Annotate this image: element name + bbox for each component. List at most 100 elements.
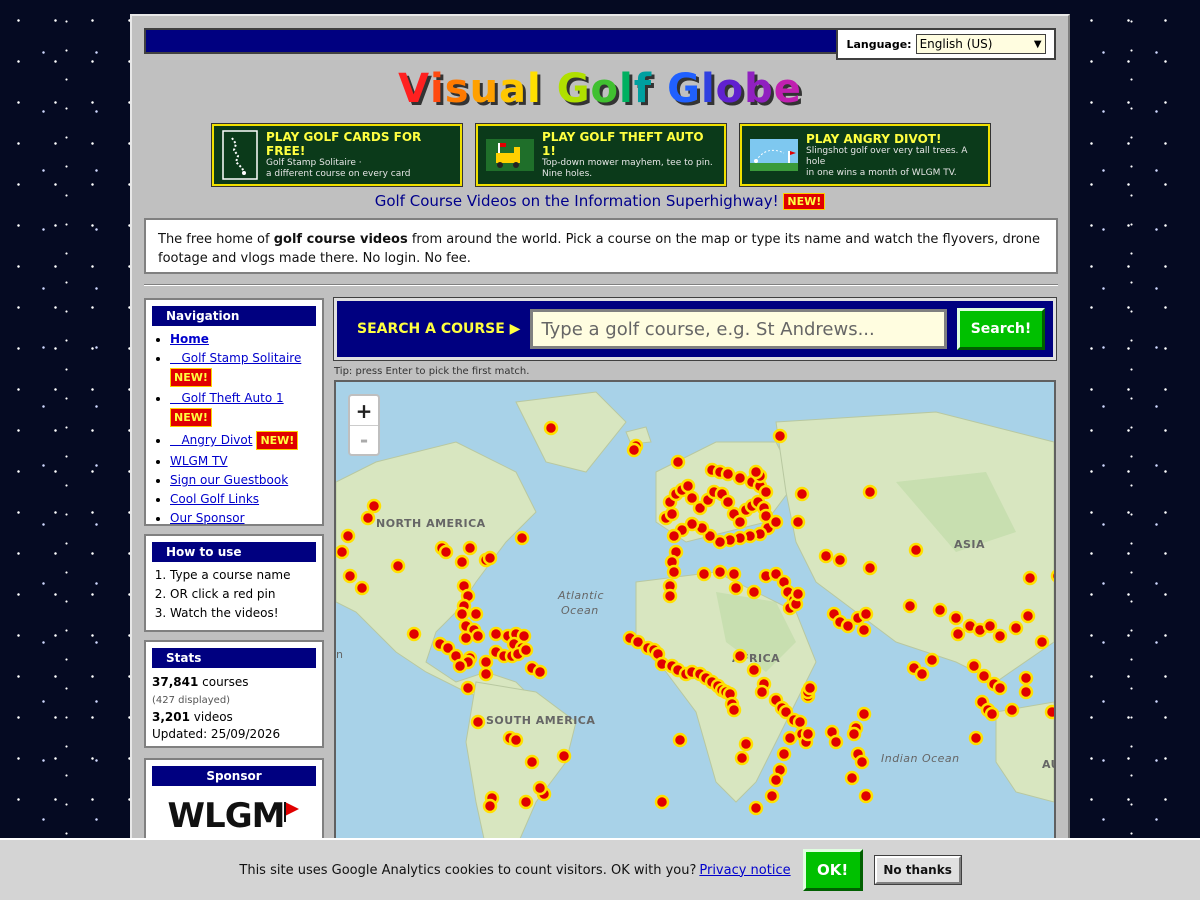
course-pin[interactable] [342,568,358,584]
course-pin[interactable] [532,664,548,680]
course-pin[interactable] [1008,620,1024,636]
course-pin[interactable] [754,684,770,700]
course-pin[interactable] [748,800,764,816]
course-pin[interactable] [1034,634,1050,650]
course-pin[interactable] [732,514,748,530]
course-pin[interactable] [858,788,874,804]
course-pin[interactable] [482,798,498,814]
course-pin[interactable] [818,548,834,564]
course-pin[interactable] [452,658,468,674]
course-pin[interactable] [488,626,504,642]
course-pin[interactable] [992,680,1008,696]
course-pin[interactable] [966,658,982,674]
course-pin[interactable] [734,750,750,766]
course-pin[interactable] [858,606,874,622]
course-pin[interactable] [932,602,948,618]
course-pin[interactable] [844,770,860,786]
promo-golf-theft-auto[interactable]: PLAY GOLF THEFT AUTO 1! Top-down mower m… [475,123,727,187]
course-pin[interactable] [680,478,696,494]
course-pin[interactable] [982,618,998,634]
course-pin[interactable] [508,732,524,748]
course-pin[interactable] [354,580,370,596]
language-select[interactable]: English (US) ▼ [915,34,1046,54]
course-pin[interactable] [862,484,878,500]
course-pin[interactable] [768,514,784,530]
course-pin[interactable] [406,626,422,642]
course-pin[interactable] [772,428,788,444]
course-pin[interactable] [664,506,680,522]
course-pin[interactable] [794,486,810,502]
zoom-in-button[interactable]: + [350,396,378,425]
course-pin[interactable] [726,702,742,718]
course-pin[interactable] [532,780,548,796]
course-pin[interactable] [1004,702,1020,718]
course-pin[interactable] [728,580,744,596]
course-pin[interactable] [470,714,486,730]
course-pin[interactable] [666,528,682,544]
course-pin[interactable] [732,648,748,664]
course-pin[interactable] [732,470,748,486]
course-pin[interactable] [746,584,762,600]
course-pin[interactable] [764,788,780,804]
course-pin[interactable] [514,530,530,546]
course-pin[interactable] [914,666,930,682]
course-pin[interactable] [792,714,808,730]
course-pin[interactable] [712,564,728,580]
course-pin[interactable] [662,588,678,604]
course-pin[interactable] [478,666,494,682]
course-pin[interactable] [1018,670,1034,686]
course-pin[interactable] [1044,704,1054,720]
course-pin[interactable] [390,558,406,574]
course-pin[interactable] [518,794,534,810]
course-pin[interactable] [782,730,798,746]
course-pin[interactable] [1050,569,1054,583]
world-map[interactable]: NORTH AMERICA SOUTH AMERICA ASIA AFRICA Atla… [334,380,1056,850]
search-button[interactable]: Search! [956,308,1045,350]
course-pin[interactable] [336,544,350,560]
nav-link[interactable]: Sign our Guestbook [170,473,288,487]
course-pin[interactable] [908,542,924,558]
course-pin[interactable] [696,566,712,582]
course-pin[interactable] [828,734,844,750]
course-pin[interactable] [738,736,754,752]
course-pin[interactable] [518,642,534,658]
course-pin[interactable] [1018,684,1034,700]
course-pin[interactable] [1022,570,1038,586]
course-pin[interactable] [748,464,764,480]
course-pin[interactable] [438,544,454,560]
privacy-notice-link[interactable]: Privacy notice [699,863,790,878]
nav-link[interactable]: Cool Golf Links [170,492,259,506]
nav-link[interactable]: Golf Theft Auto 1 [170,391,283,405]
search-input[interactable]: Type a golf course, e.g. St Andrews... [530,309,947,349]
course-pin[interactable] [800,726,816,742]
nav-link[interactable]: Angry Divot [170,433,252,447]
nav-link[interactable]: Golf Stamp Solitaire [170,351,301,365]
map-canvas[interactable]: NORTH AMERICASOUTH AMERICAASIAAFRICAAtla… [336,382,1054,848]
course-pin[interactable] [862,560,878,576]
course-pin[interactable] [454,606,470,622]
course-pin[interactable] [340,528,356,544]
course-pin[interactable] [984,706,1000,722]
course-pin[interactable] [460,680,476,696]
course-pin[interactable] [462,540,478,556]
course-pin[interactable] [790,514,806,530]
course-pin[interactable] [458,630,474,646]
course-pin[interactable] [1020,608,1036,624]
course-pin[interactable] [768,772,784,788]
course-pin[interactable] [482,550,498,566]
course-pin[interactable] [776,746,792,762]
course-pin[interactable] [720,494,736,510]
course-pin[interactable] [856,706,872,722]
nav-link[interactable]: WLGM TV [170,454,228,468]
course-pin[interactable] [666,564,682,580]
course-pin[interactable] [950,626,966,642]
promo-golf-cards[interactable]: PLAY GOLF CARDS FOR FREE! Golf Stamp Sol… [211,123,463,187]
course-pin[interactable] [654,794,670,810]
course-pin[interactable] [902,598,918,614]
cookie-ok-button[interactable]: OK! [802,849,863,891]
nav-link[interactable]: Home [170,332,209,346]
course-pin[interactable] [726,566,742,582]
course-pin[interactable] [366,498,382,514]
cookie-no-thanks-button[interactable]: No thanks [873,855,962,885]
sponsor-logo[interactable]: WLGM [152,792,316,836]
